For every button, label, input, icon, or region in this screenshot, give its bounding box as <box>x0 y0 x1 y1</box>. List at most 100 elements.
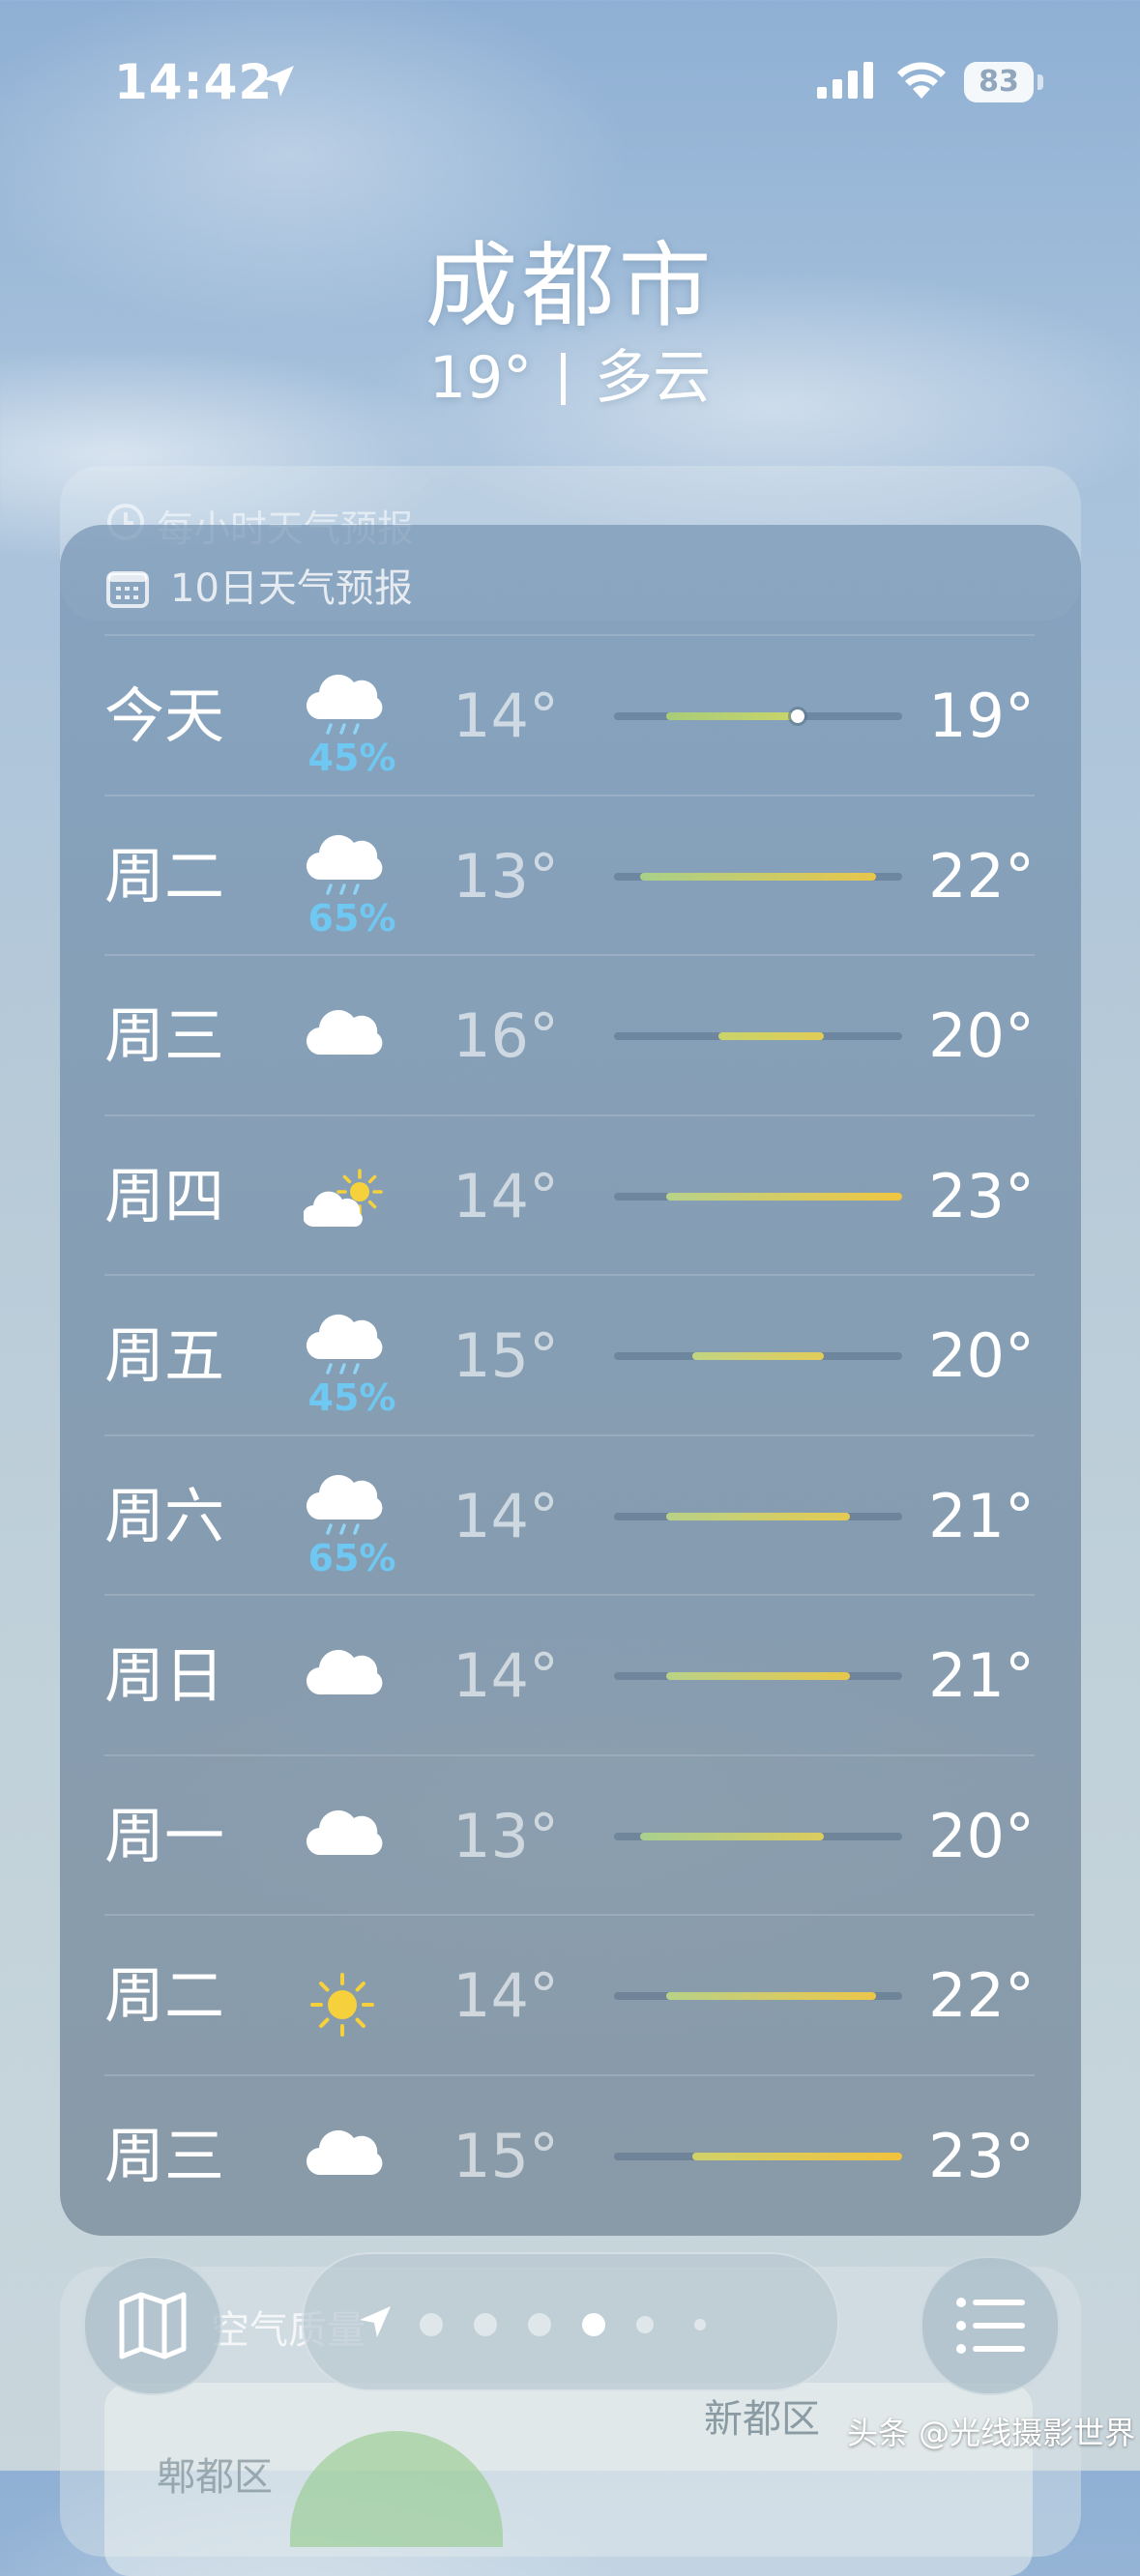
low-temp: 13° <box>453 1800 559 1871</box>
temp-range-track <box>614 1512 902 1520</box>
temp-range-fill <box>640 1832 824 1840</box>
map-button[interactable] <box>83 2256 222 2395</box>
low-temp: 14° <box>453 1640 559 1711</box>
sun-icon <box>304 1916 400 2075</box>
forecast-row[interactable]: 周五 45% 15° 20° <box>104 1274 1035 1435</box>
day-label: 周五 <box>104 1320 225 1391</box>
wifi-icon <box>897 62 946 99</box>
temp-range-track <box>614 2152 902 2160</box>
low-temp: 14° <box>453 680 559 751</box>
day-label: 周二 <box>104 840 225 912</box>
cellular-signal-icon <box>817 62 873 99</box>
low-temp: 15° <box>453 1320 559 1391</box>
battery-indicator: 83 <box>964 62 1034 102</box>
temp-range-fill <box>692 2152 902 2160</box>
precip-chance: 45% <box>307 1376 396 1419</box>
city-name: 成都市 <box>424 232 716 340</box>
day-label: 周四 <box>104 1160 225 1231</box>
day-label: 周日 <box>104 1640 225 1711</box>
temp-range-fill <box>666 1672 850 1680</box>
temp-range-track <box>614 709 902 723</box>
temp-range-fill <box>666 1992 876 2000</box>
page-indicator[interactable] <box>302 2252 839 2391</box>
page-dot[interactable] <box>582 2313 605 2336</box>
partly-sunny-icon <box>304 1116 400 1276</box>
low-temp: 14° <box>453 1960 559 2031</box>
temp-range-track <box>614 1032 902 1040</box>
high-temp: 20° <box>928 1000 1035 1071</box>
high-temp: 20° <box>928 1800 1035 1871</box>
high-temp: 23° <box>928 2120 1035 2191</box>
forecast-row[interactable]: 周一 13° 20° <box>104 1753 1035 1916</box>
cloud-icon <box>304 2076 400 2236</box>
temp-range-fill <box>640 872 876 881</box>
page-dot[interactable] <box>420 2313 443 2336</box>
temp-range-track <box>614 1672 902 1680</box>
temp-range-fill <box>666 1512 850 1520</box>
high-temp: 23° <box>928 1160 1035 1231</box>
temp-range-fill <box>666 1192 902 1201</box>
temp-range-fill <box>718 1032 824 1040</box>
low-temp: 13° <box>453 840 559 912</box>
battery-tip <box>1038 74 1043 90</box>
high-temp: 19° <box>928 680 1035 751</box>
low-temp: 15° <box>453 2120 559 2191</box>
forecast-title: 10日天气预报 <box>170 566 413 611</box>
separator <box>561 353 567 405</box>
map-label-pidu: 郫都区 <box>157 2455 273 2500</box>
day-label: 周二 <box>104 1960 225 2031</box>
cloud-icon <box>304 1756 400 1916</box>
map-icon <box>119 2292 187 2359</box>
day-label: 周三 <box>104 1000 225 1071</box>
cloud-icon <box>304 1596 400 1755</box>
forecast-row[interactable]: 周四 14° 23° <box>104 1114 1035 1276</box>
day-label: 周三 <box>104 2120 225 2191</box>
forecast-row[interactable]: 周三 15° 23° <box>104 2073 1035 2236</box>
low-temp: 14° <box>453 1160 559 1231</box>
current-temp-dot <box>790 709 804 723</box>
temp-range-track <box>614 1192 902 1201</box>
location-arrow-icon <box>360 2306 391 2337</box>
ten-day-forecast-card[interactable]: 10日天气预报 今天 45% 14° 19° 周二 65% 13° 22° 周三 16° 20° 周四… <box>60 525 1081 2236</box>
precip-chance: 45% <box>307 737 396 779</box>
day-label: 周六 <box>104 1480 225 1551</box>
page-dot[interactable] <box>636 2316 654 2333</box>
high-temp: 22° <box>928 840 1035 912</box>
precip-chance: 65% <box>307 1536 396 1579</box>
battery-level: 83 <box>979 65 1019 99</box>
day-label: 周一 <box>104 1800 225 1871</box>
temp-range-track <box>614 872 902 881</box>
low-temp: 16° <box>453 1000 559 1071</box>
page-dot[interactable] <box>694 2319 706 2330</box>
high-temp: 22° <box>928 1960 1035 2031</box>
temp-range-fill <box>692 1352 824 1360</box>
day-label: 今天 <box>104 680 225 751</box>
list-icon <box>956 2298 1025 2354</box>
temp-range-track <box>614 1352 902 1360</box>
forecast-row[interactable]: 周二 65% 13° 22° <box>104 794 1035 956</box>
watermark: 头条 @光线摄影世界 <box>847 2415 1136 2451</box>
precip-chance: 65% <box>307 896 396 940</box>
forecast-row[interactable]: 周二 14° 22° <box>104 1914 1035 2075</box>
location-arrow-icon <box>263 66 294 97</box>
status-bar: 14:42 83 <box>0 0 1140 164</box>
page-dot[interactable] <box>474 2313 497 2336</box>
page-dot[interactable] <box>528 2313 551 2336</box>
cloud-icon <box>304 956 400 1115</box>
map-label-xindu: 新都区 <box>704 2397 820 2442</box>
temp-range-fill <box>666 712 798 720</box>
forecast-row[interactable]: 周六 65% 14° 21° <box>104 1433 1035 1596</box>
current-condition: 多云 <box>595 344 712 412</box>
status-time: 14:42 <box>114 54 274 110</box>
current-temperature: 19° <box>428 344 533 412</box>
forecast-row[interactable]: 周三 16° 20° <box>104 954 1035 1115</box>
temp-range-track <box>614 1992 902 2000</box>
high-temp: 21° <box>928 1640 1035 1711</box>
forecast-row[interactable]: 周日 14° 21° <box>104 1594 1035 1755</box>
calendar-icon <box>106 571 149 608</box>
temp-range-track <box>614 1832 902 1840</box>
high-temp: 20° <box>928 1320 1035 1391</box>
high-temp: 21° <box>928 1480 1035 1551</box>
city-list-button[interactable] <box>921 2256 1060 2395</box>
forecast-row[interactable]: 今天 45% 14° 19° <box>104 634 1035 796</box>
